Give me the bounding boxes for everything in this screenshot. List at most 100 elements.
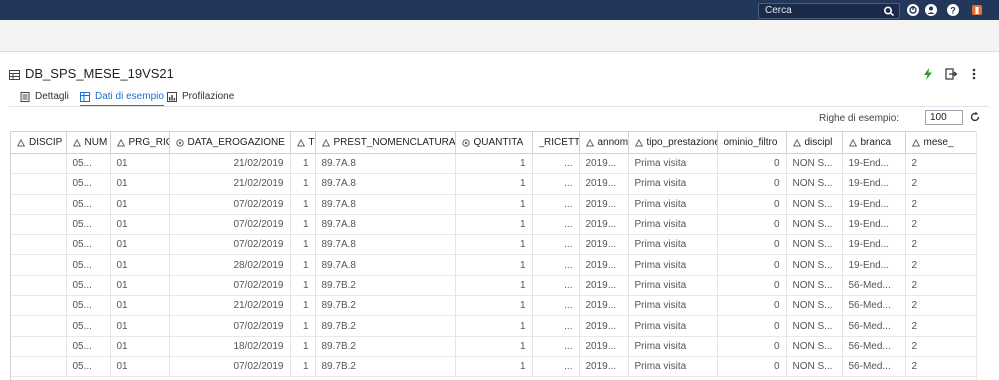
table-cell: 2 [905, 153, 977, 175]
sample-rows-input[interactable]: 100 [925, 110, 963, 125]
table-row[interactable]: 05... 01 28/02/2019 1 89.7A.8 1... 2019... Prim… [11, 254, 977, 276]
sample-rows-label: Righe di esempio: [819, 113, 900, 124]
column-header[interactable]: mese_ [905, 131, 977, 154]
lightning-icon[interactable] [921, 67, 935, 81]
table-cell [11, 336, 67, 357]
table-row[interactable]: 05... 01 21/02/2019 1 89.7B.2 1... 2019... Prim… [11, 295, 977, 317]
help-icon[interactable]: ? [946, 3, 960, 17]
table-cell: 0 [717, 336, 787, 357]
table-row[interactable]: 05... 01 07/02/2019 1 89.7A.8 1... 2019... Prim… [11, 214, 977, 236]
table-cell: 18/02/2019 [169, 336, 291, 357]
more-options-icon[interactable] [967, 67, 981, 81]
table-cell: ... [532, 356, 580, 378]
table-cell: 07/02/2019 [169, 315, 291, 337]
table-cell: 89.7B.2 [315, 336, 456, 357]
column-header[interactable]: annom [579, 131, 629, 154]
table-cell: 19-End... [842, 254, 906, 276]
tab-sample-data[interactable]: Dati di esempio [80, 88, 164, 107]
table-cell: 05... [66, 153, 111, 175]
column-header[interactable]: tipo_prestazione [628, 131, 718, 154]
table-cell: 1 [455, 315, 533, 337]
tab-profiling[interactable]: Profilazione [167, 88, 234, 105]
table-row[interactable]: 05... 01 07/02/2019 1 89.7A.8 1... 2019... Prim… [11, 194, 977, 215]
table-cell: 1 [455, 214, 533, 236]
table-cell: 0 [717, 356, 787, 378]
table-cell: 1 [455, 194, 533, 215]
table-cell: Prima visita [628, 173, 718, 195]
column-header[interactable]: discipl [786, 131, 843, 154]
table-cell: 1 [455, 356, 533, 378]
profile-avatar-icon[interactable] [970, 3, 984, 17]
table-cell: 01 [110, 336, 170, 357]
table-cell: 2 [905, 336, 977, 357]
column-header[interactable]: PRG_RIGA [110, 131, 170, 154]
table-row[interactable]: 05... 01 21/02/2019 1 89.7A.8 1... 2019... Prim… [11, 153, 977, 175]
table-cell: 0 [717, 153, 787, 175]
table-row[interactable]: 05... 01 07/02/2019 1 89.7A.8 1... 2019... Prim… [11, 234, 977, 256]
table-row[interactable]: 05... 01 21/02/2019 1 89.7A.8 1... 2019... Prim… [11, 173, 977, 195]
table-row[interactable]: 05... 01 18/02/2019 1 89.7B.2 1... 2019... Prim… [11, 336, 977, 357]
table-cell: 1 [455, 234, 533, 256]
table-cell: 01 [110, 295, 170, 317]
table-cell: 28/02/2019 [169, 254, 291, 276]
search-icon[interactable] [883, 6, 895, 16]
table-row[interactable]: 05... 01 07/02/2019 1 89.7B.2 1... 2019... Prim… [11, 356, 977, 378]
table-cell: 05... [66, 315, 111, 337]
table-row[interactable]: 05... 01 07/02/2019 1 89.7B.2 1... 2019... Prim… [11, 275, 977, 297]
table-cell: 2019... [579, 336, 629, 357]
column-header-label: tipo_prestazione [646, 137, 717, 148]
details-icon [20, 91, 30, 102]
user-menu-icon[interactable] [924, 3, 938, 17]
column-header[interactable]: TI [290, 131, 316, 154]
table-cell: 2019... [579, 254, 629, 276]
refresh-icon[interactable] [969, 111, 981, 123]
data-grid[interactable]: DISCIP NUM PRG_RIGA DATA_EROGAZIONE TI PREST_… [10, 131, 977, 380]
notifications-icon[interactable] [906, 3, 920, 17]
column-header[interactable]: ominio_filtro [717, 131, 787, 154]
table-cell: NON S... [786, 173, 843, 195]
table-cell: ... [532, 194, 580, 215]
table-cell: 19-End... [842, 194, 906, 215]
table-cell: 1 [455, 295, 533, 317]
table-cell: 1 [455, 275, 533, 297]
table-cell [11, 295, 67, 317]
column-header[interactable]: QUANTITA [455, 131, 533, 154]
vertical-scrollbar[interactable] [976, 131, 989, 380]
table-cell: Prima visita [628, 214, 718, 236]
table-cell: 19-End... [842, 234, 906, 256]
table-cell: 01 [110, 254, 170, 276]
table-cell: 89.7A.8 [315, 153, 456, 175]
table-cell: 05... [66, 214, 111, 236]
table-cell: 19-End... [842, 214, 906, 236]
table-cell: 2 [905, 275, 977, 297]
column-header[interactable]: branca [842, 131, 906, 154]
column-header[interactable]: PREST_NOMENCLATURA [315, 131, 456, 154]
table-cell: 0 [717, 254, 787, 276]
table-row[interactable]: 05... 01 07/02/2019 1 89.7B.2 1... 2019... Prim… [11, 315, 977, 337]
text-type-icon [321, 138, 330, 146]
tab-details[interactable]: Dettagli [20, 88, 69, 105]
table-cell: NON S... [786, 234, 843, 256]
table-cell [11, 315, 67, 337]
table-cell: Prima visita [628, 234, 718, 256]
table-cell: Prima visita [628, 254, 718, 276]
column-header[interactable]: _RICETTA [532, 131, 580, 154]
tab-profiling-label: Profilazione [182, 91, 235, 102]
table-cell [11, 254, 67, 276]
table-cell [11, 234, 67, 256]
table-cell: 56-Med... [842, 315, 906, 337]
table-cell: ... [532, 315, 580, 337]
table-cell: NON S... [786, 295, 843, 317]
column-header[interactable]: DATA_EROGAZIONE [169, 131, 291, 154]
column-header[interactable]: NUM [66, 131, 111, 154]
search-input[interactable]: Cerca [765, 5, 792, 17]
export-icon[interactable] [944, 67, 958, 81]
search-box[interactable]: Cerca [758, 3, 900, 19]
table-cell: 2 [905, 234, 977, 256]
text-type-icon [634, 138, 643, 146]
text-type-icon [848, 138, 857, 146]
table-cell: 07/02/2019 [169, 275, 291, 297]
column-header-label: mese_ [923, 137, 954, 148]
table-cell: 89.7A.8 [315, 194, 456, 215]
column-header[interactable]: DISCIP [11, 131, 67, 154]
